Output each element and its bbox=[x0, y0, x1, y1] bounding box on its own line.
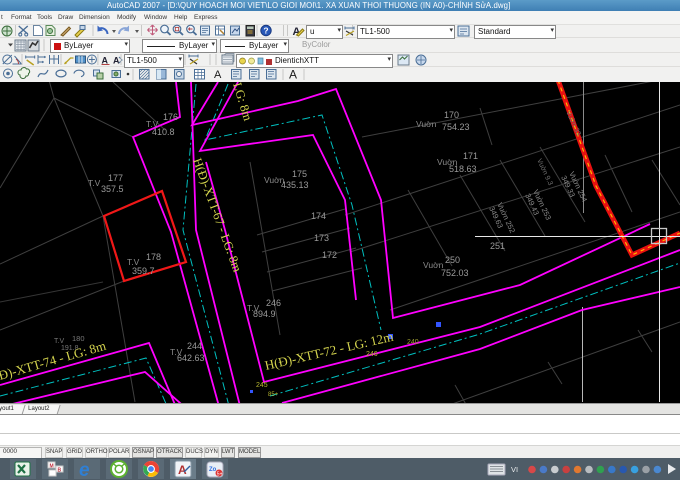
svg-text:894.9: 894.9 bbox=[253, 309, 276, 319]
svg-text:251: 251 bbox=[490, 241, 505, 251]
svg-text:410.8: 410.8 bbox=[152, 127, 175, 137]
svg-text:85+: 85+ bbox=[268, 392, 279, 398]
svg-text:174: 174 bbox=[311, 211, 326, 221]
svg-text:?: ? bbox=[263, 26, 268, 36]
svg-text:245: 245 bbox=[256, 382, 268, 389]
svg-text:A: A bbox=[214, 69, 222, 81]
svg-text:VI: VI bbox=[511, 465, 518, 474]
svg-text:A: A bbox=[289, 68, 297, 82]
svg-text:175: 175 bbox=[292, 169, 307, 179]
svg-text:Zo: Zo bbox=[209, 467, 217, 473]
svg-text:246: 246 bbox=[366, 351, 378, 358]
svg-text:170: 170 bbox=[444, 110, 459, 120]
svg-text:Vuờn: Vuờn bbox=[416, 119, 437, 129]
svg-text:357.5: 357.5 bbox=[101, 184, 124, 194]
svg-text:176: 176 bbox=[163, 112, 178, 122]
svg-text:5+: 5+ bbox=[217, 471, 223, 477]
svg-text:435.13: 435.13 bbox=[281, 180, 309, 190]
svg-text:180: 180 bbox=[72, 334, 85, 343]
svg-text:246: 246 bbox=[266, 298, 281, 308]
svg-text:e: e bbox=[79, 460, 90, 480]
svg-text:250: 250 bbox=[445, 255, 460, 265]
svg-text:T.V: T.V bbox=[54, 338, 64, 345]
svg-text:177: 177 bbox=[108, 173, 123, 183]
svg-text:752.03: 752.03 bbox=[441, 268, 469, 278]
svg-text:171: 171 bbox=[463, 151, 478, 161]
svg-text:T.V: T.V bbox=[88, 178, 101, 188]
svg-text:172: 172 bbox=[322, 250, 337, 260]
svg-text:B: B bbox=[58, 468, 62, 474]
svg-text:642.63: 642.63 bbox=[177, 353, 205, 363]
svg-text:754.23: 754.23 bbox=[442, 122, 470, 132]
svg-text:240: 240 bbox=[407, 339, 419, 346]
svg-text:173: 173 bbox=[314, 233, 329, 243]
svg-text:M: M bbox=[50, 464, 54, 470]
svg-text:518.63: 518.63 bbox=[449, 164, 477, 174]
svg-text:178: 178 bbox=[146, 252, 161, 262]
svg-text:A: A bbox=[113, 56, 120, 66]
svg-text:359.7: 359.7 bbox=[132, 266, 155, 276]
svg-text:244: 244 bbox=[187, 341, 202, 351]
